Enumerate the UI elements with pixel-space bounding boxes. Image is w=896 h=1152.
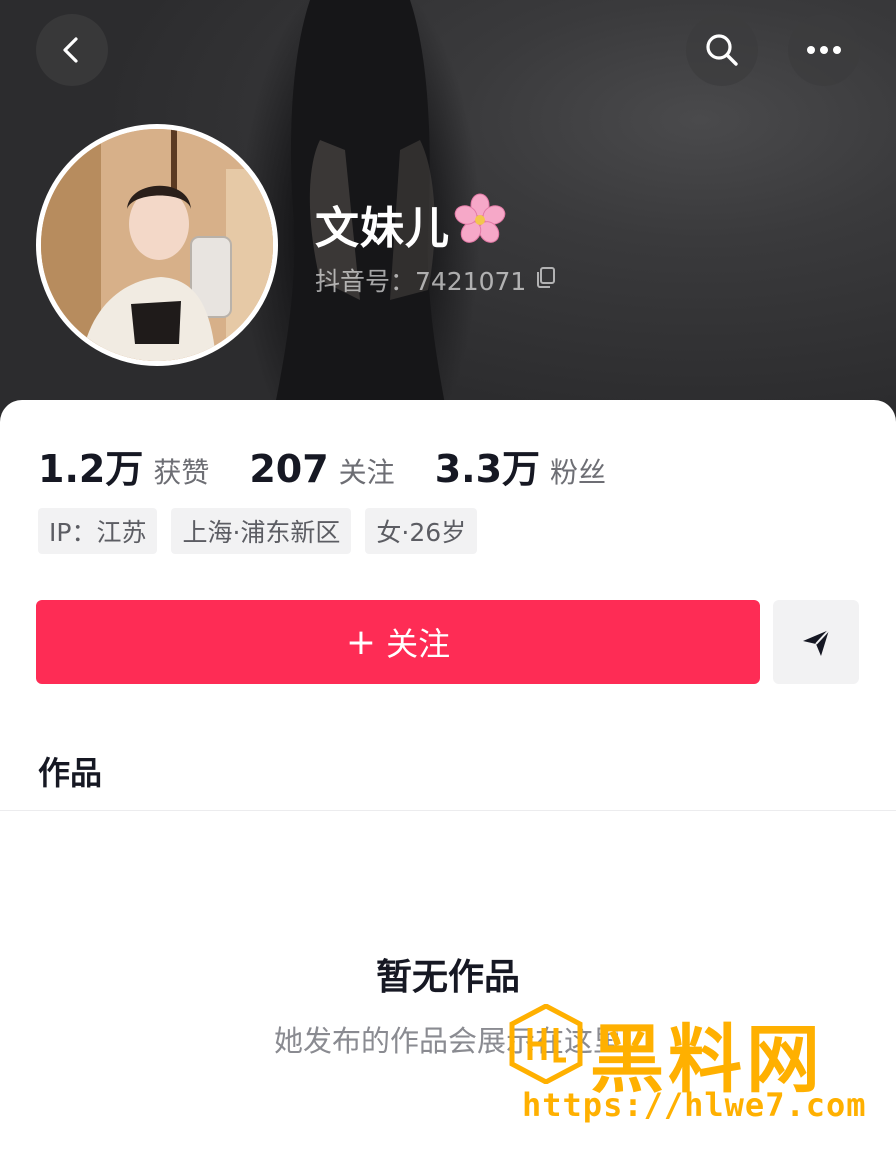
stat-likes-value: 1.2万 bbox=[38, 447, 144, 491]
watermark-logo-icon bbox=[509, 1004, 583, 1084]
stat-following-value: 207 bbox=[249, 447, 329, 491]
empty-state-title: 暂无作品 bbox=[375, 957, 520, 998]
stat-likes-label: 获赞 bbox=[153, 456, 210, 489]
cherry-blossom-icon bbox=[454, 193, 506, 256]
profile-tags: IP：江苏 上海·浦东新区 女·26岁 bbox=[38, 508, 491, 554]
tag-gender-age: 女·26岁 bbox=[365, 508, 478, 554]
follow-button-label: 关注 bbox=[386, 625, 451, 663]
back-button[interactable] bbox=[36, 14, 108, 86]
send-icon bbox=[803, 629, 830, 656]
nickname-text: 文妹儿 bbox=[315, 203, 450, 254]
tag-location: 上海·浦东新区 bbox=[171, 508, 352, 554]
watermark: 黑料网 https://hlwe7.com bbox=[508, 1000, 868, 1130]
more-horizontal-icon bbox=[807, 46, 841, 54]
stat-following-label: 关注 bbox=[338, 456, 395, 489]
stat-likes[interactable]: 1.2万 获赞 bbox=[38, 438, 209, 493]
stat-followers-label: 粉丝 bbox=[550, 456, 607, 489]
account-id-text: 抖音号：7421071 bbox=[315, 267, 527, 296]
tag-ip-location: IP：江苏 bbox=[38, 508, 158, 554]
watermark-url: https://hlwe7.com bbox=[522, 1086, 867, 1124]
stat-following[interactable]: 207 关注 bbox=[249, 447, 394, 491]
account-id: 抖音号：7421071 bbox=[315, 262, 558, 298]
divider bbox=[0, 810, 896, 811]
more-button[interactable] bbox=[788, 14, 860, 86]
search-button[interactable] bbox=[686, 14, 758, 86]
nickname: 文妹儿 bbox=[315, 192, 506, 256]
tab-works[interactable]: 作品 bbox=[38, 748, 102, 794]
chevron-left-icon bbox=[63, 37, 78, 63]
avatar-photo bbox=[41, 129, 273, 361]
avatar[interactable] bbox=[36, 124, 278, 366]
plus-icon: + bbox=[345, 621, 377, 663]
search-icon bbox=[706, 34, 738, 66]
profile-stats: 1.2万 获赞 207 关注 3.3万 粉丝 bbox=[38, 438, 646, 493]
send-message-button[interactable] bbox=[773, 600, 859, 684]
stat-followers[interactable]: 3.3万 粉丝 bbox=[435, 438, 606, 493]
stat-followers-value: 3.3万 bbox=[434, 447, 541, 491]
profile-cover: 文妹儿 抖音号：7421071 bbox=[0, 0, 896, 430]
follow-button[interactable]: + 关注 bbox=[36, 600, 760, 684]
copy-icon[interactable] bbox=[534, 265, 558, 295]
